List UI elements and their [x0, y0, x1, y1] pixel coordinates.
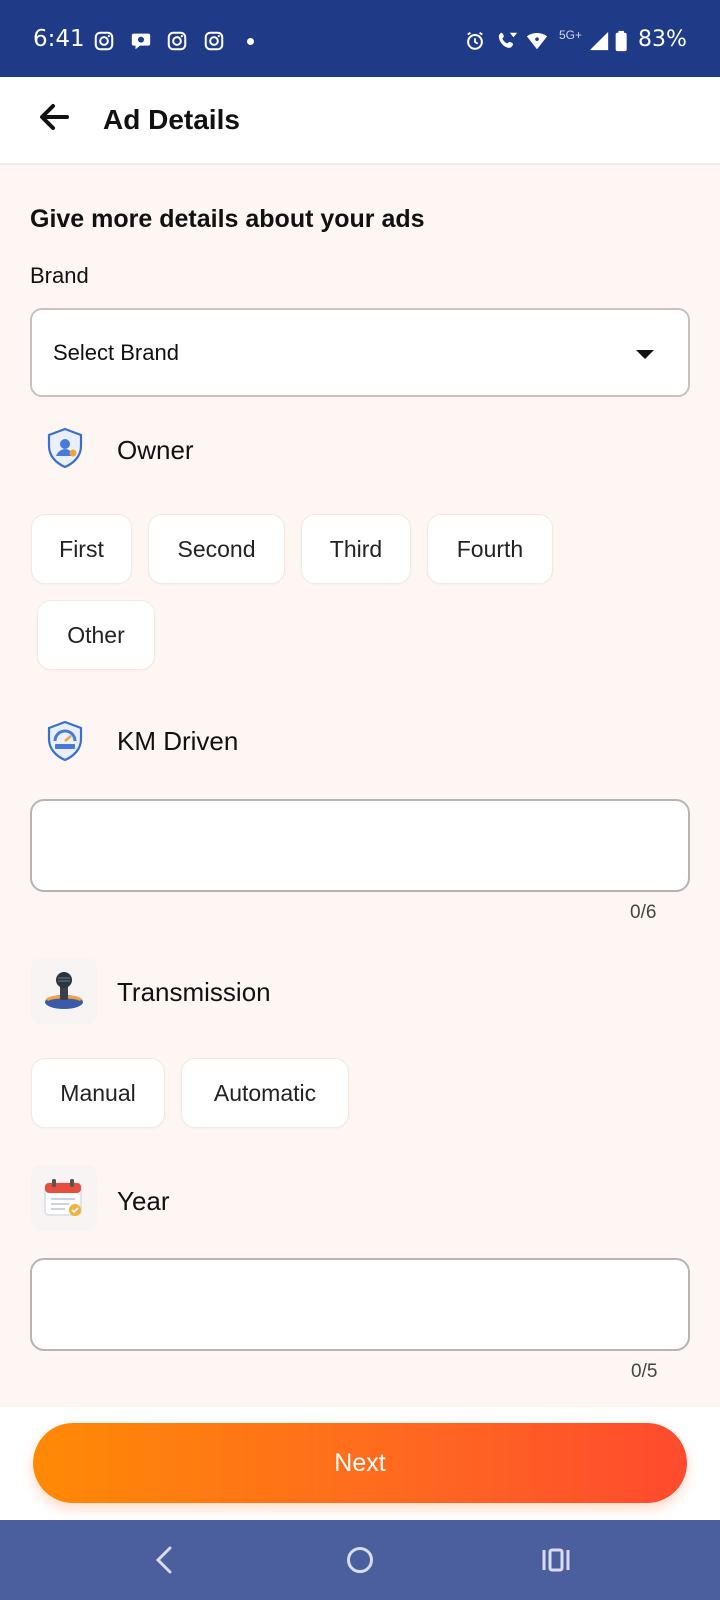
recents-icon: [542, 1548, 570, 1572]
year-counter: 0/5: [631, 1361, 658, 1382]
dropdown-caret-icon: [636, 350, 654, 359]
alarm-icon: [464, 30, 486, 52]
transmission-option-automatic[interactable]: Automatic: [181, 1058, 349, 1128]
calendar-icon: [31, 1165, 97, 1231]
owner-option-first[interactable]: First: [31, 514, 132, 584]
wifi-call-icon: [497, 30, 519, 52]
home-circle-icon: [347, 1547, 373, 1573]
battery-icon: [612, 30, 634, 52]
nav-recents-button[interactable]: [536, 1540, 576, 1580]
brand-select[interactable]: Select Brand: [30, 308, 690, 397]
transmission-option-manual[interactable]: Manual: [31, 1058, 165, 1128]
instagram-icon: [93, 30, 115, 52]
more-notifications-dot: [247, 38, 254, 45]
app-bar: Ad Details: [0, 77, 720, 165]
year-title: Year: [117, 1186, 170, 1216]
km-driven-shield-icon: [32, 708, 98, 774]
arrow-left-icon: [40, 104, 69, 130]
brand-select-value: Select Brand: [53, 340, 179, 365]
year-input[interactable]: [30, 1258, 690, 1351]
chat-bubble-icon: [130, 30, 152, 52]
gear-stick-icon: [31, 958, 97, 1024]
nav-back-button[interactable]: [144, 1540, 184, 1580]
brand-label: Brand: [30, 263, 89, 288]
battery-percentage: 83%: [638, 27, 687, 52]
owner-option-second[interactable]: Second: [148, 514, 285, 584]
status-time: 6:41: [33, 26, 85, 52]
wifi-icon: [526, 30, 548, 52]
owner-title: Owner: [117, 435, 194, 465]
page-title: Ad Details: [103, 104, 240, 135]
owner-shield-icon: [32, 415, 98, 481]
nav-home-button[interactable]: [340, 1540, 380, 1580]
km-driven-title: KM Driven: [117, 726, 239, 756]
form-heading: Give more details about your ads: [30, 205, 425, 233]
owner-option-third[interactable]: Third: [301, 514, 411, 584]
transmission-title: Transmission: [117, 977, 271, 1007]
owner-option-other[interactable]: Other: [37, 600, 155, 670]
instagram-icon: [166, 30, 188, 52]
network-type: 5G+: [559, 28, 583, 42]
km-driven-input[interactable]: [30, 799, 690, 892]
chevron-left-icon: [155, 1546, 172, 1574]
km-driven-counter: 0/6: [630, 902, 657, 923]
next-button[interactable]: Next: [33, 1423, 687, 1503]
status-bar: 6:41 5G+ 83%: [0, 0, 720, 77]
bottom-action-area: Next: [0, 1407, 720, 1520]
system-nav-bar: [0, 1520, 720, 1600]
signal-icon: [588, 30, 610, 52]
owner-option-fourth[interactable]: Fourth: [427, 514, 553, 584]
instagram-icon: [203, 30, 225, 52]
back-button[interactable]: [34, 97, 74, 137]
